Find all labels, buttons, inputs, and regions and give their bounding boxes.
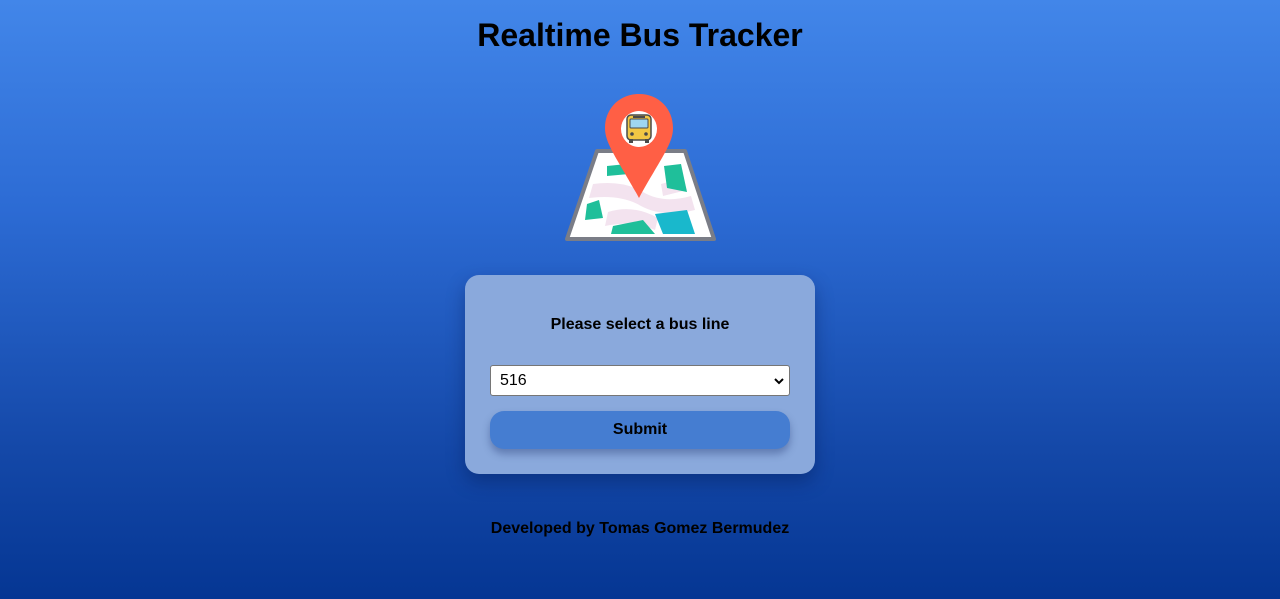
submit-button[interactable]: Submit xyxy=(490,411,790,449)
developer-credit: Developed by Tomas Gomez Bermudez xyxy=(490,520,790,537)
chevron-down-icon xyxy=(773,374,785,388)
bus-line-select-value: 516 xyxy=(500,372,527,389)
page-title: Realtime Bus Tracker xyxy=(477,17,803,53)
bus-line-select[interactable]: 516 xyxy=(490,365,790,396)
bus-line-form: Please select a bus line 516 Submit xyxy=(465,275,815,474)
bus-location-map-icon xyxy=(563,92,717,248)
bus-line-prompt: Please select a bus line xyxy=(550,316,730,333)
